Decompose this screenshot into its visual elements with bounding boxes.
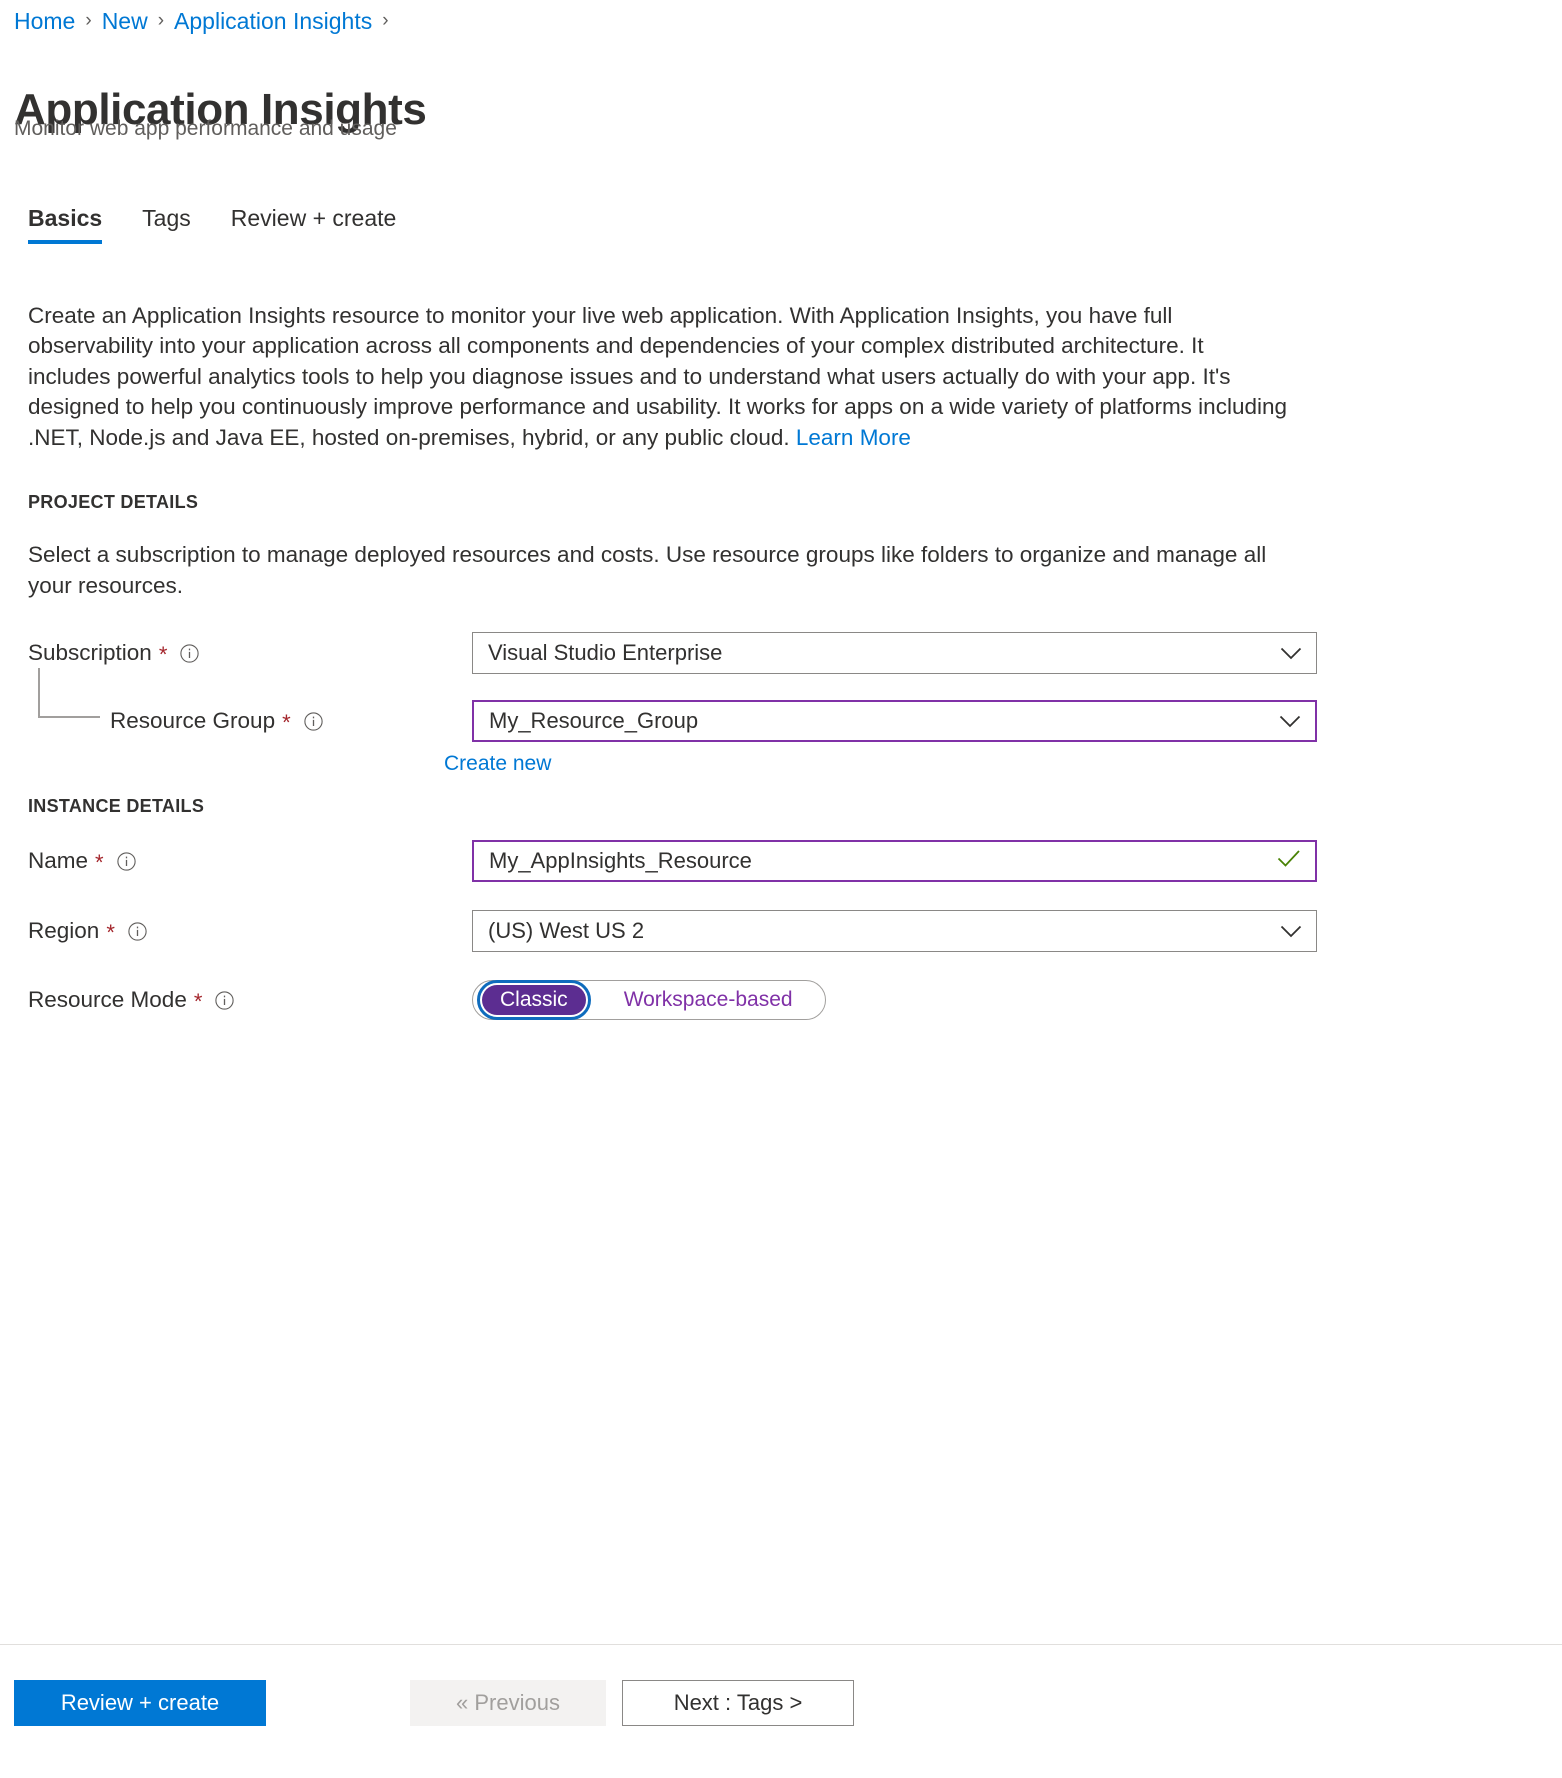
review-create-button[interactable]: Review + create xyxy=(14,1680,266,1726)
project-details-heading: PROJECT DETAILS xyxy=(28,492,199,512)
intro-paragraph: Create an Application Insights resource … xyxy=(28,301,1290,454)
project-details-description: Select a subscription to manage deployed… xyxy=(28,542,1267,598)
intro-text: Create an Application Insights resource … xyxy=(28,302,1288,450)
chevron-down-icon xyxy=(1280,640,1302,666)
breadcrumb: Home › New › Application Insights › xyxy=(14,10,399,33)
page-subtitle: Monitor web app performance and usage xyxy=(14,117,397,140)
required-asterisk: * xyxy=(106,920,115,945)
tab-bar: Basics Tags Review + create xyxy=(28,205,436,244)
tab-basics[interactable]: Basics xyxy=(28,205,103,244)
chevron-right-icon: › xyxy=(157,10,165,31)
resource-group-label: Resource Group xyxy=(110,708,276,733)
region-label-group: Region * xyxy=(28,910,147,952)
breadcrumb-item-home[interactable]: Home xyxy=(14,10,75,33)
required-asterisk: * xyxy=(193,989,203,1014)
next-tags-button[interactable]: Next : Tags > xyxy=(622,1680,854,1726)
info-icon[interactable] xyxy=(304,711,323,731)
valid-check-icon xyxy=(1277,848,1301,874)
subscription-select[interactable]: Visual Studio Enterprise xyxy=(472,632,1317,674)
footer-divider xyxy=(0,1644,1562,1645)
info-icon[interactable] xyxy=(116,851,136,871)
region-value: (US) West US 2 xyxy=(488,918,645,943)
name-value: My_AppInsights_Resource xyxy=(489,848,752,873)
name-label: Name xyxy=(28,848,89,873)
breadcrumb-item-application-insights[interactable]: Application Insights xyxy=(174,10,372,33)
footer-action-bar: Review + create « Previous Next : Tags > xyxy=(14,1680,854,1726)
required-asterisk: * xyxy=(282,710,291,735)
breadcrumb-item-new[interactable]: New xyxy=(102,10,148,33)
tab-review-create[interactable]: Review + create xyxy=(231,205,397,244)
previous-button[interactable]: « Previous xyxy=(410,1680,606,1726)
region-control: (US) West US 2 xyxy=(472,910,1317,952)
resource-mode-option-workspace-based[interactable]: Workspace-based xyxy=(606,985,811,1015)
resource-group-value: My_Resource_Group xyxy=(489,708,699,733)
info-icon[interactable] xyxy=(128,921,147,941)
region-select[interactable]: (US) West US 2 xyxy=(472,910,1317,952)
resource-group-row: Resource Group * My_Resource_Group xyxy=(28,668,1318,742)
subscription-value: Visual Studio Enterprise xyxy=(488,640,723,665)
required-asterisk: * xyxy=(95,850,104,875)
tab-tags[interactable]: Tags xyxy=(142,205,191,244)
chevron-right-icon: › xyxy=(382,10,389,31)
subscription-control: Visual Studio Enterprise xyxy=(472,632,1317,674)
name-label-group: Name * xyxy=(28,840,136,882)
learn-more-link[interactable]: Learn More xyxy=(796,425,911,450)
subscription-row: Subscription * Visual Studio Enterprise xyxy=(28,632,1318,674)
region-row: Region * (US) West US 2 xyxy=(28,910,1318,952)
subscription-label: Subscription xyxy=(28,640,152,665)
region-label: Region xyxy=(28,918,100,943)
resource-group-select[interactable]: My_Resource_Group xyxy=(472,700,1317,742)
chevron-down-icon xyxy=(1280,918,1302,944)
info-icon[interactable] xyxy=(215,990,235,1010)
required-asterisk: * xyxy=(158,642,168,667)
name-input[interactable]: My_AppInsights_Resource xyxy=(472,840,1317,882)
resource-group-label-group: Resource Group * xyxy=(110,700,323,742)
tree-connector xyxy=(38,668,100,718)
create-new-resource-group-link[interactable]: Create new xyxy=(444,752,551,776)
resource-mode-toggle-group: Classic Workspace-based xyxy=(472,980,826,1020)
resource-mode-row: Resource Mode * Classic Workspace-based xyxy=(28,979,1318,1021)
name-control: My_AppInsights_Resource xyxy=(472,840,1317,882)
info-icon[interactable] xyxy=(180,643,200,663)
application-insights-create-blade: Home › New › Application Insights › Appl… xyxy=(0,0,1562,1778)
name-row: Name * My_AppInsights_Resource xyxy=(28,840,1318,882)
resource-mode-label-group: Resource Mode * xyxy=(28,979,235,1021)
chevron-down-icon xyxy=(1279,708,1301,734)
resource-group-control: My_Resource_Group xyxy=(472,700,1317,742)
resource-mode-label: Resource Mode xyxy=(28,987,187,1012)
resource-mode-option-classic[interactable]: Classic xyxy=(477,980,591,1020)
instance-details-heading: INSTANCE DETAILS xyxy=(28,796,205,816)
chevron-right-icon: › xyxy=(85,10,92,31)
